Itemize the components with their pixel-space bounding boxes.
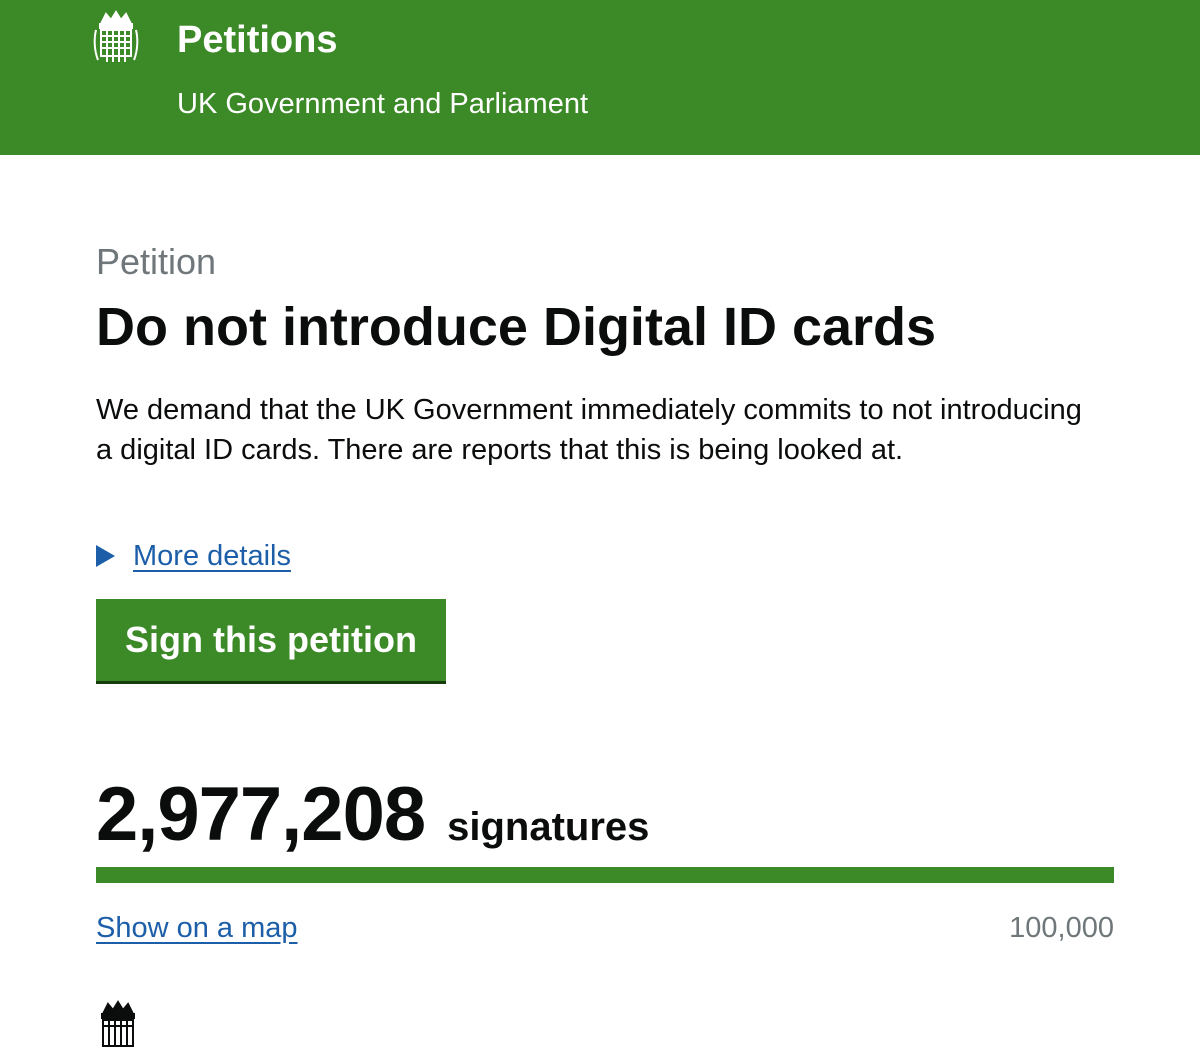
- signature-count: 2,977,208 signatures: [96, 775, 649, 855]
- portcullis-icon: [101, 1000, 135, 1047]
- petition-caption: Petition: [96, 241, 217, 282]
- signature-count-label: signatures: [447, 805, 650, 849]
- show-on-map-link[interactable]: Show on a map: [96, 908, 298, 948]
- signature-progress-bar: [96, 867, 1114, 883]
- signature-threshold: 100,000: [1009, 912, 1114, 944]
- sign-petition-button[interactable]: Sign this petition: [96, 599, 446, 681]
- signature-progress-fill: [96, 867, 1114, 883]
- triangle-right-icon: [96, 545, 115, 567]
- site-title-link[interactable]: Petitions: [177, 18, 337, 62]
- portcullis-icon[interactable]: [92, 10, 140, 66]
- site-subtitle: UK Government and Parliament: [177, 88, 589, 120]
- petition-summary: We demand that the UK Government immedia…: [96, 394, 1082, 466]
- more-details-toggle[interactable]: More details: [96, 536, 291, 576]
- petition-title: Do not introduce Digital ID cards: [96, 297, 937, 357]
- signature-count-number: 2,977,208: [96, 772, 426, 857]
- site-header: Petitions UK Government and Parliament: [0, 0, 1200, 155]
- more-details-link[interactable]: More details: [133, 536, 291, 576]
